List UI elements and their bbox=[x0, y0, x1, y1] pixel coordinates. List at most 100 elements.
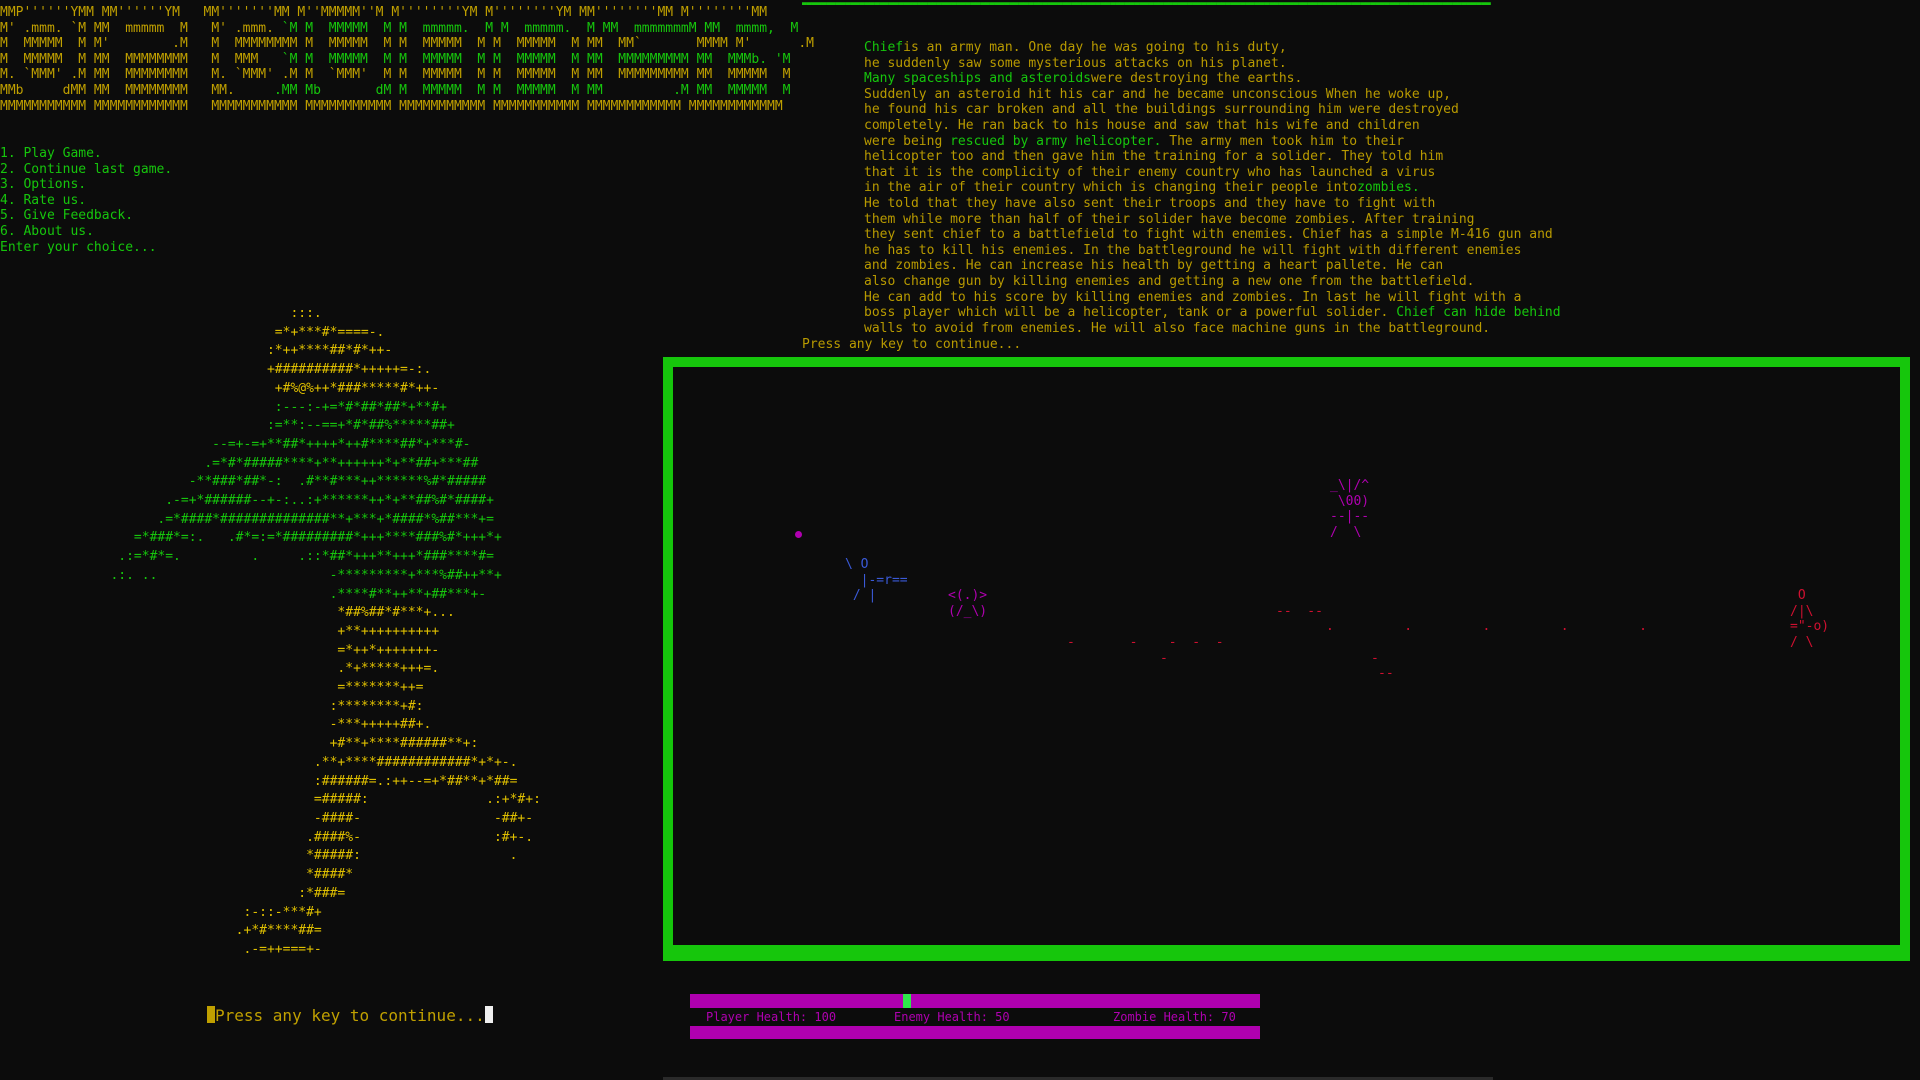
story-line: were being rescued by army helicopter. T… bbox=[864, 134, 1561, 150]
soldier-art-line: .**+****############*+*+-. bbox=[40, 754, 518, 770]
soldier-art-line: +#**+****######**+: bbox=[40, 736, 479, 752]
game-arena[interactable] bbox=[663, 357, 1910, 961]
menu-prompt: Enter your choice... bbox=[0, 239, 157, 255]
soldier-art-line: .****#**++**+##***+- bbox=[40, 586, 487, 602]
banner-line: M MMMMM M MM MMMMMMMM M MMM `M M MMMMM M… bbox=[0, 51, 791, 67]
soldier-art-line: :-::-***#+ bbox=[40, 904, 322, 920]
story-text-span: were being bbox=[864, 133, 951, 149]
story-text-span: he suddenly saw some mysterious attacks … bbox=[864, 55, 1287, 71]
soldier-art-line: :---:-+=*#*##*##*+**#+ bbox=[40, 399, 447, 415]
zombie-sprite: <(.)> (/_\) bbox=[948, 588, 988, 619]
story-text-span: were destroying the earths. bbox=[1090, 71, 1303, 87]
soldier-art-line: :*###= bbox=[40, 885, 346, 901]
hud-bar-bottom bbox=[690, 1026, 1260, 1039]
story-text-span: boss player which will be a helicopter, … bbox=[864, 305, 1397, 321]
hud-health-text: Player Health: 100 Enemy Health: 50 Zombie… bbox=[706, 1010, 1236, 1026]
soldier-art-line: -**###*##*-: .#**#***++******%#*##### bbox=[40, 474, 487, 490]
debris-2: - - - - - bbox=[1067, 635, 1224, 650]
story-line: Suddenly an asteroid hit his car and he … bbox=[864, 87, 1561, 103]
story-highlight: Many spaceships and asteroids bbox=[864, 71, 1091, 87]
story-line: completely. He ran back to his house and… bbox=[864, 118, 1561, 134]
enemy-health-label: Enemy Health: 50 bbox=[894, 1010, 1010, 1024]
soldier-art-line: +#%@%++*###*****#*++- bbox=[40, 380, 440, 396]
story-highlight: Chief bbox=[864, 40, 904, 55]
story-text-span: in the air of their country which is cha… bbox=[864, 180, 1358, 196]
story-text-span: they sent chief to a battlefield to figh… bbox=[864, 227, 1553, 243]
soldier-art-line: .=*####*##############**+***+*####*%##**… bbox=[40, 511, 494, 527]
soldier-art-line: .:=*#*=. . .::*##*+++**+++*###****#= bbox=[40, 549, 494, 565]
soldier-art-line: -####- -##+- bbox=[40, 810, 534, 826]
story-line: Many spaceships and asteroidswere destro… bbox=[864, 71, 1561, 87]
menu-item-about-us[interactable]: 6. About us. bbox=[0, 224, 172, 240]
soldier-art-line: =*******++= bbox=[40, 680, 424, 696]
story-highlight: Chief can hide behind bbox=[1396, 305, 1561, 321]
soldier-art-line: .*+*****+++=. bbox=[40, 661, 440, 677]
story-text-span: and zombies. He can increase his health … bbox=[864, 258, 1444, 274]
menu-item-options[interactable]: 3. Options. bbox=[0, 177, 172, 193]
hud-progress-marker bbox=[902, 994, 911, 1008]
menu-item-continue[interactable]: 2. Continue last game. bbox=[0, 162, 172, 178]
soldier-art-line: :######=.:++--=+*##**+*##= bbox=[40, 773, 518, 789]
soldier-art-line: *##%##*#***+... bbox=[40, 605, 455, 621]
soldier-art-line: :=**:--==+*#*##%*****##+ bbox=[40, 418, 455, 434]
story-line: helicopter too and then gave him the tra… bbox=[864, 149, 1561, 165]
story-text-span: he found his car broken and all the buil… bbox=[864, 102, 1459, 118]
story-text-span: them while more than half of their solid… bbox=[864, 211, 1475, 227]
soldier-art-line: :*++****##*#*++- bbox=[40, 343, 393, 359]
soldier-art-line: *####* bbox=[40, 867, 354, 883]
debris-1: -- -- bbox=[1276, 604, 1323, 619]
story-text-span: also change gun by killing enemies and g… bbox=[864, 273, 1475, 289]
story-highlight: zombies. bbox=[1357, 180, 1420, 196]
banner-line: M. `MMM' .M MM MMMMMMMM M. `MMM' .M M `M… bbox=[0, 67, 791, 83]
story-line: he suddenly saw some mysterious attacks … bbox=[864, 56, 1561, 72]
story-text-span: is an army man. One day he was going to … bbox=[903, 40, 1287, 55]
banner-line: MMP''''''YMM MM''''''YM MM'''''''MM M''M… bbox=[0, 5, 768, 20]
banner-line: M' .mmm. `M MM mmmmm M M' .mmm. `M M MMM… bbox=[0, 20, 799, 36]
title-banner-ascii: MMP''''''YMM MM''''''YM MM'''''''MM M''M… bbox=[0, 5, 814, 114]
zombie-health-label: Zombie Health: 70 bbox=[1113, 1010, 1236, 1024]
story-text-span: that it is the complicity of their enemy… bbox=[864, 164, 1436, 180]
soldier-art-line: :::. bbox=[40, 306, 322, 321]
menu-item-rate-us[interactable]: 4. Rate us. bbox=[0, 193, 172, 209]
story-text-span: He told that they have also sent their t… bbox=[864, 195, 1436, 211]
helicopter-enemy-sprite: _\|/^ \00) --|-- / \ bbox=[1330, 478, 1370, 540]
banner-line: MMMMMMMMMMM MMMMMMMMMMMM MMMMMMMMMMM MMM… bbox=[0, 98, 783, 114]
press-any-key-story[interactable]: Press any key to continue... bbox=[802, 337, 1021, 353]
menu-item-feedback[interactable]: 5. Give Feedback. bbox=[0, 208, 172, 224]
story-line: in the air of their country which is cha… bbox=[864, 180, 1561, 196]
story-line: boss player which will be a helicopter, … bbox=[864, 305, 1561, 321]
soldier-art-line: +##########*+++++=-:. bbox=[40, 362, 432, 378]
story-line: Chiefis an army man. One day he was goin… bbox=[864, 40, 1561, 56]
player-health-label: Player Health: 100 bbox=[706, 1010, 837, 1024]
story-line: and zombies. He can increase his health … bbox=[864, 258, 1561, 274]
soldier-art-line: *#####: . bbox=[40, 848, 518, 864]
soldier-art-line: .+*#****##= bbox=[40, 923, 322, 939]
story-text-span: helicopter too and then gave him the tra… bbox=[864, 149, 1444, 165]
story-text-span: he has to kill his enemies. In the battl… bbox=[864, 242, 1522, 258]
debris-3: - bbox=[1160, 651, 1168, 666]
story-line: he has to kill his enemies. In the battl… bbox=[864, 243, 1561, 259]
story-line: walls to avoid from enemies. He will als… bbox=[864, 321, 1561, 337]
bullet bbox=[795, 531, 802, 538]
banner-line: M MMMMM M M' .M M MMMMMMMM M MMMMM M M M… bbox=[0, 36, 814, 52]
story-line: also change gun by killing enemies and g… bbox=[864, 274, 1561, 290]
story-highlight: rescued by army helicopter. bbox=[950, 133, 1162, 149]
player-sprite: \ O |-=r== / | bbox=[845, 557, 908, 604]
main-menu: 1. Play Game. 2. Continue last game. 3. … bbox=[0, 146, 172, 255]
enemy-soldier-sprite: O /|\ ="-o) / \ bbox=[1790, 588, 1830, 650]
story-text-span: He can add to his score by killing enemi… bbox=[864, 289, 1522, 305]
soldier-art-line: =#####: .:+*#+: bbox=[40, 792, 541, 808]
text-cursor bbox=[484, 1006, 493, 1023]
menu-item-play-game[interactable]: 1. Play Game. bbox=[0, 146, 172, 162]
story-line: He told that they have also sent their t… bbox=[864, 196, 1561, 212]
debris-6: -- bbox=[1378, 666, 1394, 681]
press-any-key-bottom[interactable]: Press any key to continue... bbox=[207, 1006, 493, 1024]
soldier-art-line: .####%- :#+-. bbox=[40, 829, 534, 845]
soldier-art-line: .=*#*#####****+**++++++*+**##+***## bbox=[40, 455, 479, 471]
story-line: he found his car broken and all the buil… bbox=[864, 102, 1561, 118]
debris-4: . . . . . bbox=[1326, 619, 1647, 634]
soldier-art-line: :********+#: bbox=[40, 698, 424, 714]
soldier-art-line: .-=+*######--+-:..:+******++*+**##%#*###… bbox=[40, 493, 494, 509]
soldier-art-line: .:. .. -*********+***%##++**+ bbox=[40, 567, 502, 583]
story-text-span: completely. He ran back to his house and… bbox=[864, 117, 1420, 133]
